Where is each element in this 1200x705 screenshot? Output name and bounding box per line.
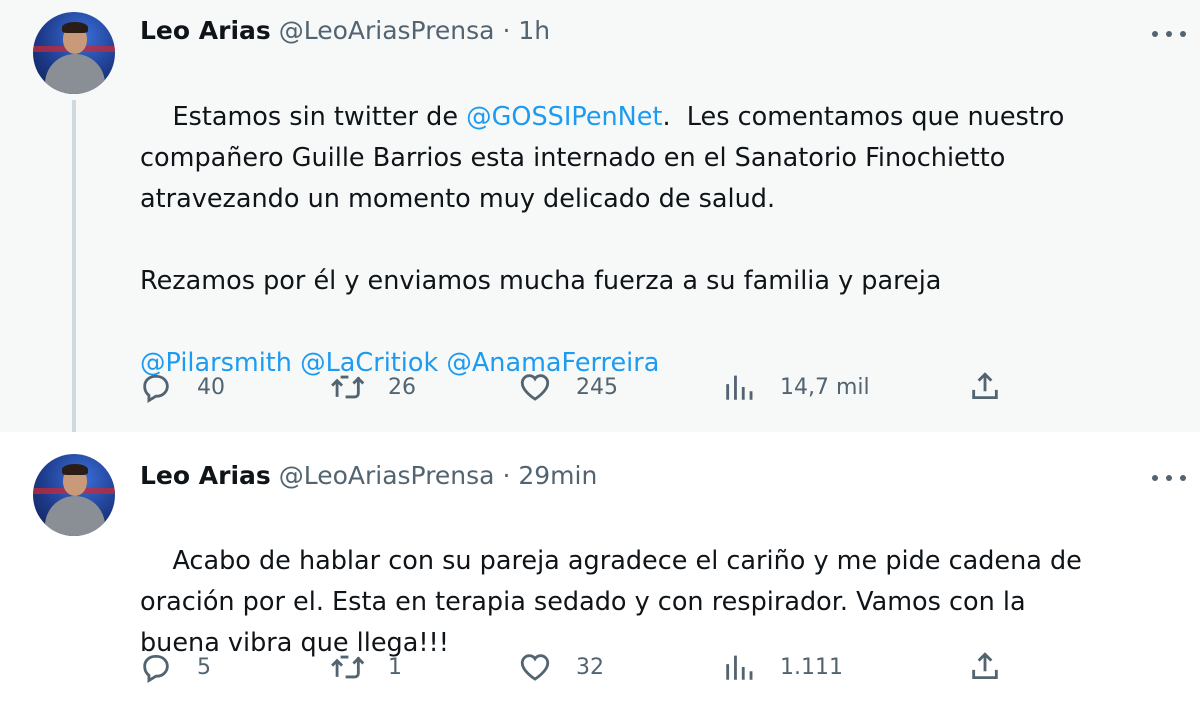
heart-icon: [520, 654, 550, 681]
share-icon: [972, 372, 998, 400]
user-handle[interactable]: @LeoAriasPrensa: [279, 16, 495, 45]
more-icon-dot: [1180, 31, 1186, 37]
separator-dot: ·: [502, 16, 511, 45]
views-count: 1.111: [780, 654, 843, 680]
timestamp[interactable]: 29min: [518, 461, 597, 490]
display-name[interactable]: Leo Arias: [140, 16, 271, 45]
retweet-icon: [331, 655, 364, 679]
avatar-hair: [62, 464, 88, 475]
reply-button[interactable]: 40: [139, 370, 225, 404]
reply-count: 5: [197, 654, 211, 680]
analytics-icon: [726, 375, 753, 400]
tweet-1[interactable]: Leo Arias @LeoAriasPrensa · 1h Estamos s…: [0, 0, 1200, 445]
more-icon: [1152, 31, 1158, 37]
tweet-header: Leo Arias @LeoAriasPrensa · 1h: [140, 16, 550, 45]
share-button[interactable]: [968, 650, 1002, 684]
retweet-count: 1: [388, 654, 402, 680]
tweet-text-segment: Acabo de hablar con su pareja agradece e…: [140, 546, 1082, 658]
heart-icon: [520, 374, 550, 401]
timestamp[interactable]: 1h: [518, 16, 550, 45]
views-button[interactable]: 1.111: [722, 650, 843, 684]
like-count: 32: [576, 654, 604, 680]
avatar-body: [45, 54, 105, 94]
avatar-hair: [62, 22, 88, 33]
reply-count: 40: [197, 374, 225, 400]
retweet-count: 26: [388, 374, 416, 400]
user-handle[interactable]: @LeoAriasPrensa: [279, 461, 495, 490]
more-icon: [1152, 475, 1158, 481]
tweet-2[interactable]: Leo Arias @LeoAriasPrensa · 29min Acabo …: [0, 432, 1200, 683]
more-icon-dot: [1166, 475, 1172, 481]
tweet-actions: 40 26 245 14,7 mil: [0, 370, 1200, 406]
like-count: 245: [576, 374, 618, 400]
mention-link[interactable]: @GOSSIPenNet: [466, 102, 662, 132]
retweet-button[interactable]: 1: [330, 650, 402, 684]
reply-button[interactable]: 5: [139, 650, 211, 684]
retweet-button[interactable]: 26: [330, 370, 416, 404]
retweet-icon: [331, 375, 364, 399]
display-name[interactable]: Leo Arias: [140, 461, 271, 490]
reply-icon: [143, 374, 169, 403]
reply-icon: [143, 654, 169, 683]
tweet-text-segment: Estamos sin twitter de: [172, 102, 467, 132]
more-options-button[interactable]: [1152, 468, 1186, 488]
avatar[interactable]: [33, 12, 115, 94]
like-button[interactable]: 245: [518, 370, 618, 404]
separator-dot: ·: [502, 461, 511, 490]
share-button[interactable]: [968, 370, 1002, 404]
more-icon-dot: [1166, 31, 1172, 37]
tweet-header: Leo Arias @LeoAriasPrensa · 29min: [140, 461, 597, 490]
analytics-icon: [726, 655, 753, 680]
avatar[interactable]: [33, 454, 115, 536]
more-options-button[interactable]: [1152, 24, 1186, 44]
tweet-actions: 5 1 32 1.111: [0, 650, 1200, 686]
avatar-body: [45, 496, 105, 536]
like-button[interactable]: 32: [518, 650, 604, 684]
views-button[interactable]: 14,7 mil: [722, 370, 870, 404]
views-count: 14,7 mil: [780, 374, 870, 400]
share-icon: [972, 652, 998, 680]
more-icon-dot: [1180, 475, 1186, 481]
